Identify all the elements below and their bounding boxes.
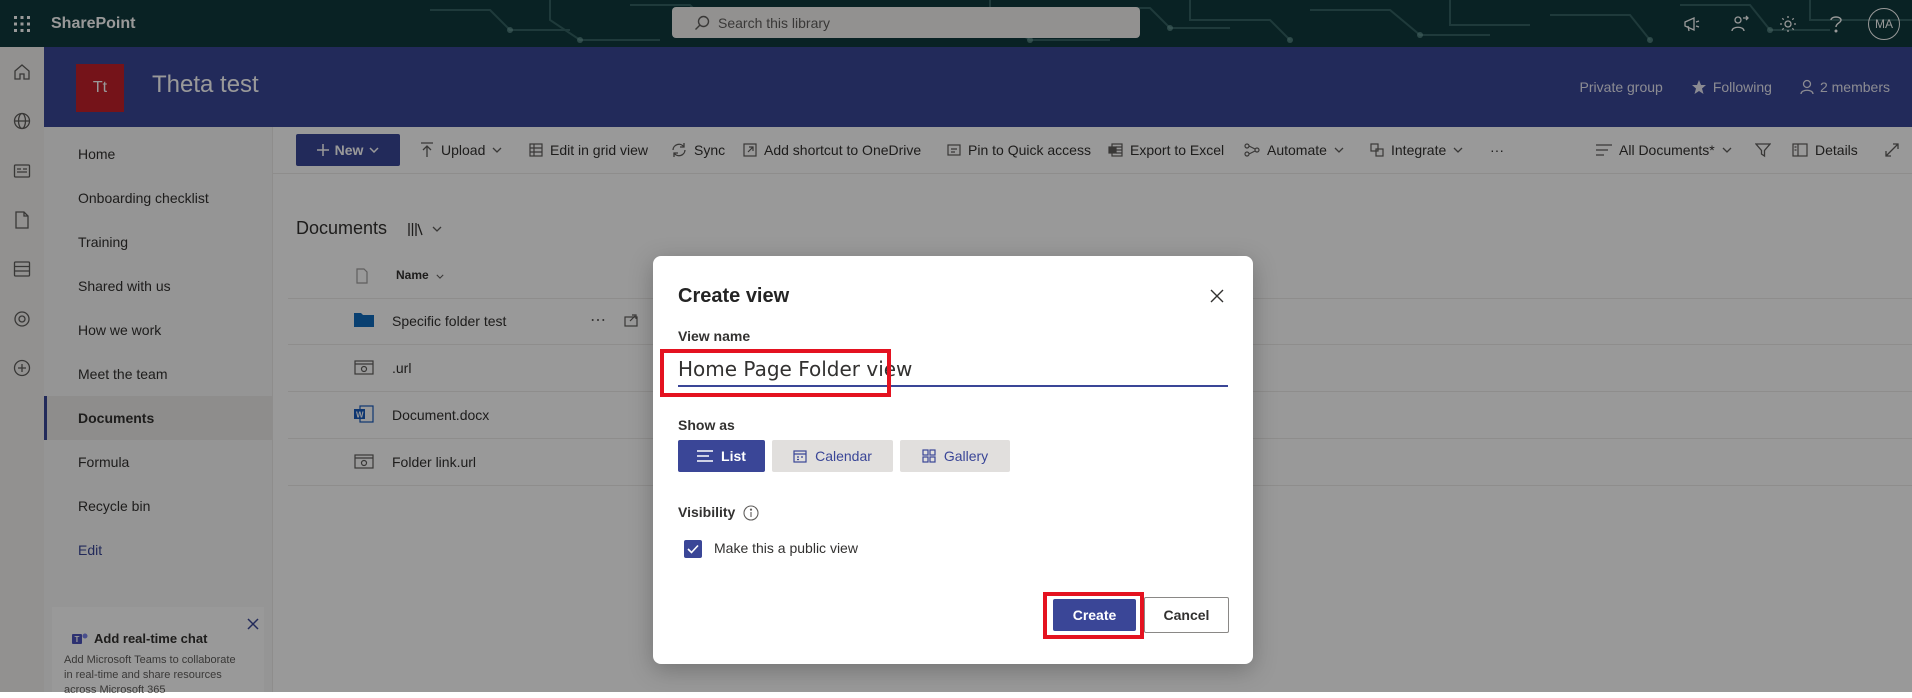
checkmark-icon [687, 544, 699, 554]
create-view-dialog: Create view View name Show as List Calen… [653, 256, 1253, 664]
show-as-calendar-button[interactable]: Calendar [772, 440, 893, 472]
show-as-gallery-button[interactable]: Gallery [900, 440, 1010, 472]
show-as-list-button[interactable]: List [678, 440, 765, 472]
view-name-highlight [660, 349, 891, 397]
cancel-button[interactable]: Cancel [1144, 597, 1229, 633]
public-view-checkbox[interactable] [684, 540, 702, 558]
dialog-title: Create view [678, 285, 790, 307]
close-icon [1210, 289, 1224, 303]
show-as-label: Show as [678, 417, 735, 433]
list-lines-icon [697, 450, 714, 462]
visibility-label: Visibility [678, 504, 736, 520]
close-dialog-button[interactable] [1201, 280, 1233, 312]
show-as-list-label: List [721, 448, 746, 464]
calendar-icon [793, 450, 807, 463]
create-button-highlight [1043, 592, 1144, 639]
show-as-gallery-label: Gallery [943, 448, 989, 464]
public-view-label[interactable]: Make this a public view [714, 540, 858, 556]
show-as-calendar-label: Calendar [815, 448, 872, 464]
view-name-label: View name [678, 328, 751, 344]
gallery-icon [922, 449, 936, 463]
info-icon[interactable] [743, 505, 759, 521]
